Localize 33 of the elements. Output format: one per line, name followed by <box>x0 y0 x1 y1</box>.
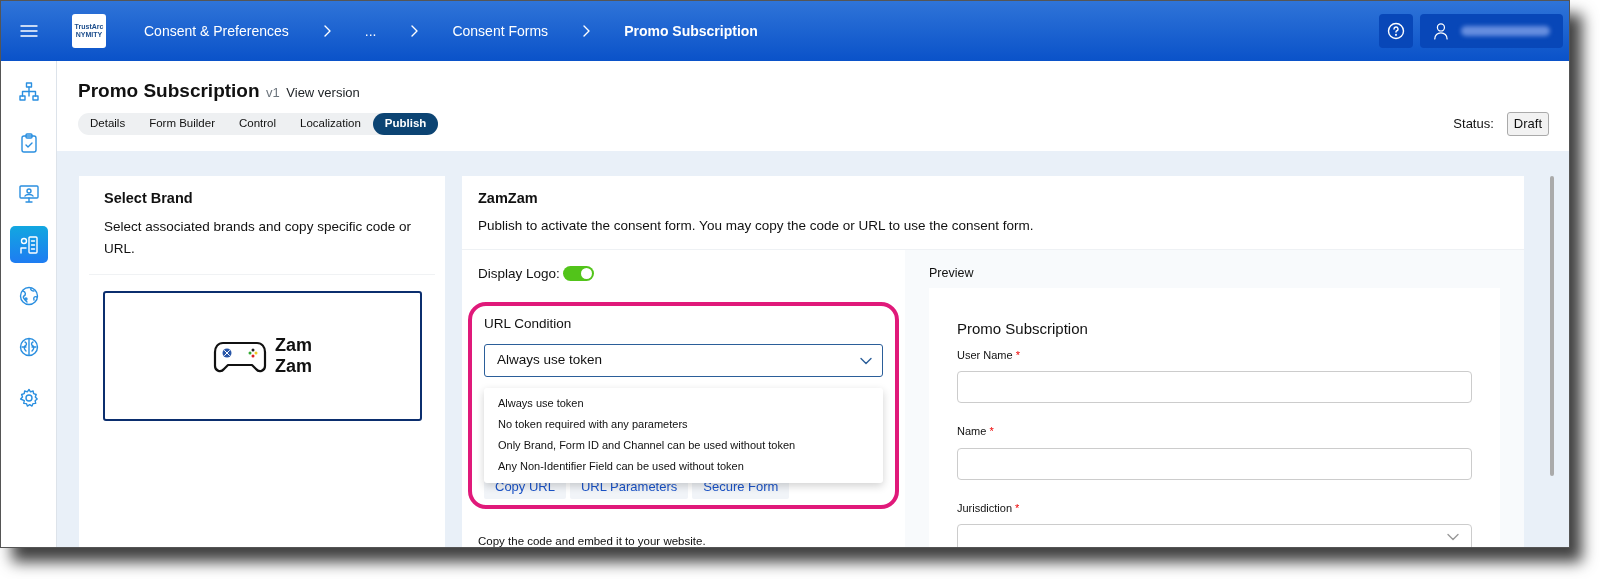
field-label: URL Condition <box>484 314 573 333</box>
status-label: Status: <box>1453 115 1494 133</box>
page-tab[interactable]: Details <box>78 112 138 135</box>
field-label: User Name * <box>957 347 1021 363</box>
breadcrumb-link[interactable]: Promo Subscription <box>624 20 758 42</box>
view-version-link[interactable]: View version <box>286 83 360 103</box>
dropdown-option[interactable]: Any Non-Identifier Field can be used without token <box>484 455 883 477</box>
brand-tile[interactable]: Zam Zam <box>103 291 422 422</box>
dropdown-option[interactable]: No token required with any parameters <box>484 413 883 435</box>
panel-title: Select Brand <box>104 189 194 208</box>
page-tab[interactable]: Form Builder <box>137 112 227 135</box>
panel-description: Publish to activate the consent form. You may copy the code or URL to use the consent form. <box>478 217 1035 236</box>
status-badge: Draft <box>1506 112 1549 136</box>
url-condition-select[interactable]: Always use token <box>484 344 883 377</box>
page-tab[interactable]: Localization <box>288 112 373 135</box>
panel-description: Select associated brands and copy specific code or URL. <box>104 218 412 259</box>
page-title: Promo Subscription <box>78 79 260 103</box>
preview-title: Preview <box>929 264 975 282</box>
embed-note: Copy the code and embed it to your website. <box>478 533 707 547</box>
dropdown-option[interactable]: Only Brand, Form ID and Channel can be used without token <box>484 434 883 456</box>
version-label: v1 <box>266 84 280 102</box>
breadcrumb-link[interactable]: Consent & Preferences <box>144 20 289 42</box>
breadcrumb-link[interactable]: Consent Forms <box>452 20 549 42</box>
dropdown-option[interactable]: Always use token <box>484 392 883 414</box>
field-label: Jurisdiction * <box>957 500 1021 516</box>
page-tab[interactable]: Control <box>227 112 289 135</box>
display-logo-label: Display Logo: <box>478 264 560 283</box>
form-title: Promo Subscription <box>957 319 1089 340</box>
page-tab[interactable]: Publish <box>372 112 439 135</box>
breadcrumb-link[interactable]: ... <box>364 20 377 42</box>
panel-title: ZamZam <box>478 189 539 208</box>
field-label: Name * <box>957 424 995 440</box>
brand-name: Zam Zam <box>275 334 312 378</box>
